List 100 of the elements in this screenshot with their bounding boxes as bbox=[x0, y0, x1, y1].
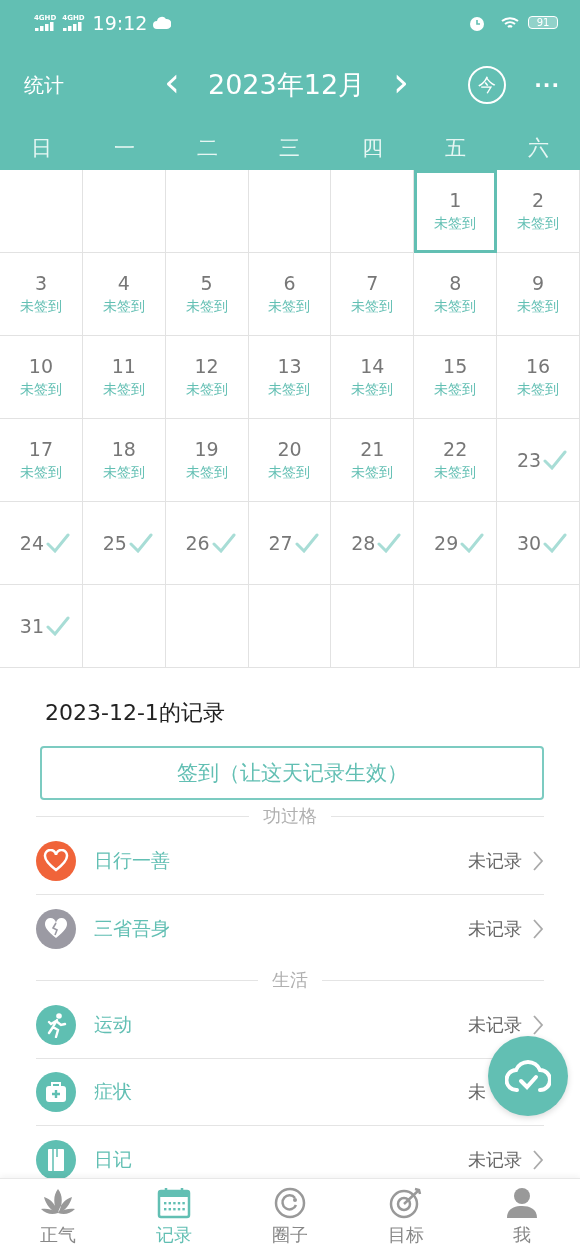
item-value: 未记录 bbox=[468, 1013, 523, 1037]
nav-tab[interactable]: 我 bbox=[464, 1179, 580, 1257]
nav-label: 记录 bbox=[156, 1223, 192, 1247]
day-status: 未签到 bbox=[434, 215, 477, 233]
cloud-sync-button[interactable] bbox=[488, 1036, 568, 1116]
day-status: 未签到 bbox=[434, 298, 477, 316]
day-number: 9 bbox=[532, 272, 545, 294]
calendar-day[interactable]: 16 未签到 bbox=[497, 336, 580, 419]
day-number: 18 bbox=[111, 438, 136, 460]
calendar-day[interactable]: 21 未签到 bbox=[331, 419, 415, 502]
nav-label: 我 bbox=[513, 1223, 531, 1247]
cloud-icon bbox=[153, 15, 172, 30]
calendar-day[interactable]: 4 未签到 bbox=[82, 253, 166, 336]
status-time: 19:12 bbox=[92, 11, 148, 34]
calendar-day[interactable]: 14 未签到 bbox=[331, 336, 415, 419]
calendar-day[interactable]: 24 bbox=[0, 502, 83, 585]
calendar-day[interactable]: 9 未签到 bbox=[497, 253, 580, 336]
item-value: 未记录 bbox=[468, 916, 523, 941]
day-status: 未签到 bbox=[268, 381, 311, 399]
item-value: 未记录 bbox=[468, 1147, 523, 1172]
day-status: 未签到 bbox=[517, 215, 560, 233]
calendar-day[interactable]: 7 未签到 bbox=[331, 253, 415, 336]
check-icon bbox=[46, 533, 70, 553]
calendar-day[interactable]: 31 bbox=[0, 585, 83, 668]
calendar-day[interactable]: 8 未签到 bbox=[414, 253, 498, 336]
nav-tab[interactable]: 正气 bbox=[0, 1179, 116, 1257]
calendar-day[interactable]: 26 bbox=[165, 502, 249, 585]
calendar-day[interactable]: 6 未签到 bbox=[248, 253, 332, 336]
calendar-day[interactable]: 5 未签到 bbox=[165, 253, 249, 336]
calendar-day[interactable]: 10 未签到 bbox=[0, 336, 83, 419]
day-number: 20 bbox=[277, 438, 302, 460]
calendar-day[interactable]: 19 未签到 bbox=[165, 419, 249, 502]
calendar-day[interactable]: 15 未签到 bbox=[414, 336, 498, 419]
section-title: 生活 bbox=[272, 968, 308, 992]
check-icon bbox=[377, 533, 402, 553]
weekday-label: 日 bbox=[29, 134, 53, 162]
check-icon bbox=[543, 533, 568, 553]
day-number: 4 bbox=[117, 272, 130, 294]
weekday-label: 二 bbox=[195, 134, 219, 162]
calendar-day[interactable]: 12 未签到 bbox=[165, 336, 249, 419]
day-status: 未签到 bbox=[517, 381, 560, 399]
nav-tab[interactable]: 目标 bbox=[348, 1179, 464, 1257]
calendar-day[interactable]: 22 未签到 bbox=[414, 419, 498, 502]
day-number: 15 bbox=[443, 355, 468, 377]
section-title: 功过格 bbox=[263, 804, 317, 828]
heart-icon bbox=[43, 849, 69, 873]
calendar-day[interactable]: 13 未签到 bbox=[248, 336, 332, 419]
day-number: 13 bbox=[277, 355, 302, 377]
check-icon bbox=[460, 533, 485, 553]
calendar-day[interactable]: 11 未签到 bbox=[82, 336, 166, 419]
cloud-check-icon bbox=[505, 1059, 551, 1093]
day-number: 3 bbox=[34, 272, 47, 294]
calendar-day[interactable]: 30 bbox=[497, 502, 580, 585]
day-status: 未签到 bbox=[351, 464, 394, 482]
check-icon bbox=[543, 450, 568, 470]
day-status: 未签到 bbox=[102, 464, 145, 482]
battery-indicator: 91 bbox=[528, 16, 558, 29]
day-status: 未签到 bbox=[434, 381, 477, 399]
person-icon bbox=[505, 1187, 539, 1219]
nav-label: 正气 bbox=[40, 1223, 76, 1247]
check-icon bbox=[46, 616, 70, 636]
weekday-label: 三 bbox=[278, 134, 302, 162]
day-status: 未签到 bbox=[434, 464, 477, 482]
ring-icon bbox=[274, 1187, 306, 1219]
calendar-day[interactable]: 2 未签到 bbox=[497, 170, 580, 253]
day-number: 29 bbox=[434, 532, 459, 554]
calendar-day[interactable]: 20 未签到 bbox=[248, 419, 332, 502]
day-status: 未签到 bbox=[19, 298, 62, 316]
day-status: 未签到 bbox=[102, 381, 145, 399]
day-number: 27 bbox=[268, 532, 293, 554]
check-icon bbox=[128, 533, 153, 553]
item-value: 未 bbox=[468, 1080, 487, 1104]
day-number: 25 bbox=[102, 532, 127, 554]
day-status: 未签到 bbox=[517, 298, 560, 316]
day-number: 19 bbox=[194, 438, 219, 460]
calendar-day[interactable]: 1 未签到 bbox=[414, 170, 498, 253]
nav-tab[interactable]: 圈子 bbox=[232, 1179, 348, 1257]
day-number: 7 bbox=[366, 272, 379, 294]
day-number: 11 bbox=[111, 355, 136, 377]
weekday-label: 六 bbox=[527, 134, 551, 162]
day-status: 未签到 bbox=[185, 298, 228, 316]
day-number: 2 bbox=[532, 189, 545, 211]
weekday-label: 五 bbox=[444, 134, 468, 162]
item-label[interactable]: 日记 bbox=[94, 1146, 132, 1173]
record-title: 2023-12-1的记录 bbox=[44, 699, 226, 727]
calendar-day[interactable]: 27 bbox=[248, 502, 332, 585]
day-status: 未签到 bbox=[351, 298, 394, 316]
calendar-day[interactable]: 29 bbox=[414, 502, 498, 585]
calendar-day[interactable]: 17 未签到 bbox=[0, 419, 83, 502]
weekday-label: 一 bbox=[112, 134, 136, 162]
month-title: 2023年12月 bbox=[207, 68, 367, 102]
day-number: 26 bbox=[185, 532, 210, 554]
day-number: 12 bbox=[194, 355, 219, 377]
broken-heart-icon bbox=[43, 916, 69, 941]
calendar-day[interactable]: 28 bbox=[331, 502, 415, 585]
calendar-day[interactable]: 23 bbox=[497, 419, 580, 502]
calendar-day[interactable]: 25 bbox=[82, 502, 166, 585]
day-status: 未签到 bbox=[102, 298, 145, 316]
calendar-day[interactable]: 18 未签到 bbox=[82, 419, 166, 502]
calendar-day[interactable]: 3 未签到 bbox=[0, 253, 83, 336]
